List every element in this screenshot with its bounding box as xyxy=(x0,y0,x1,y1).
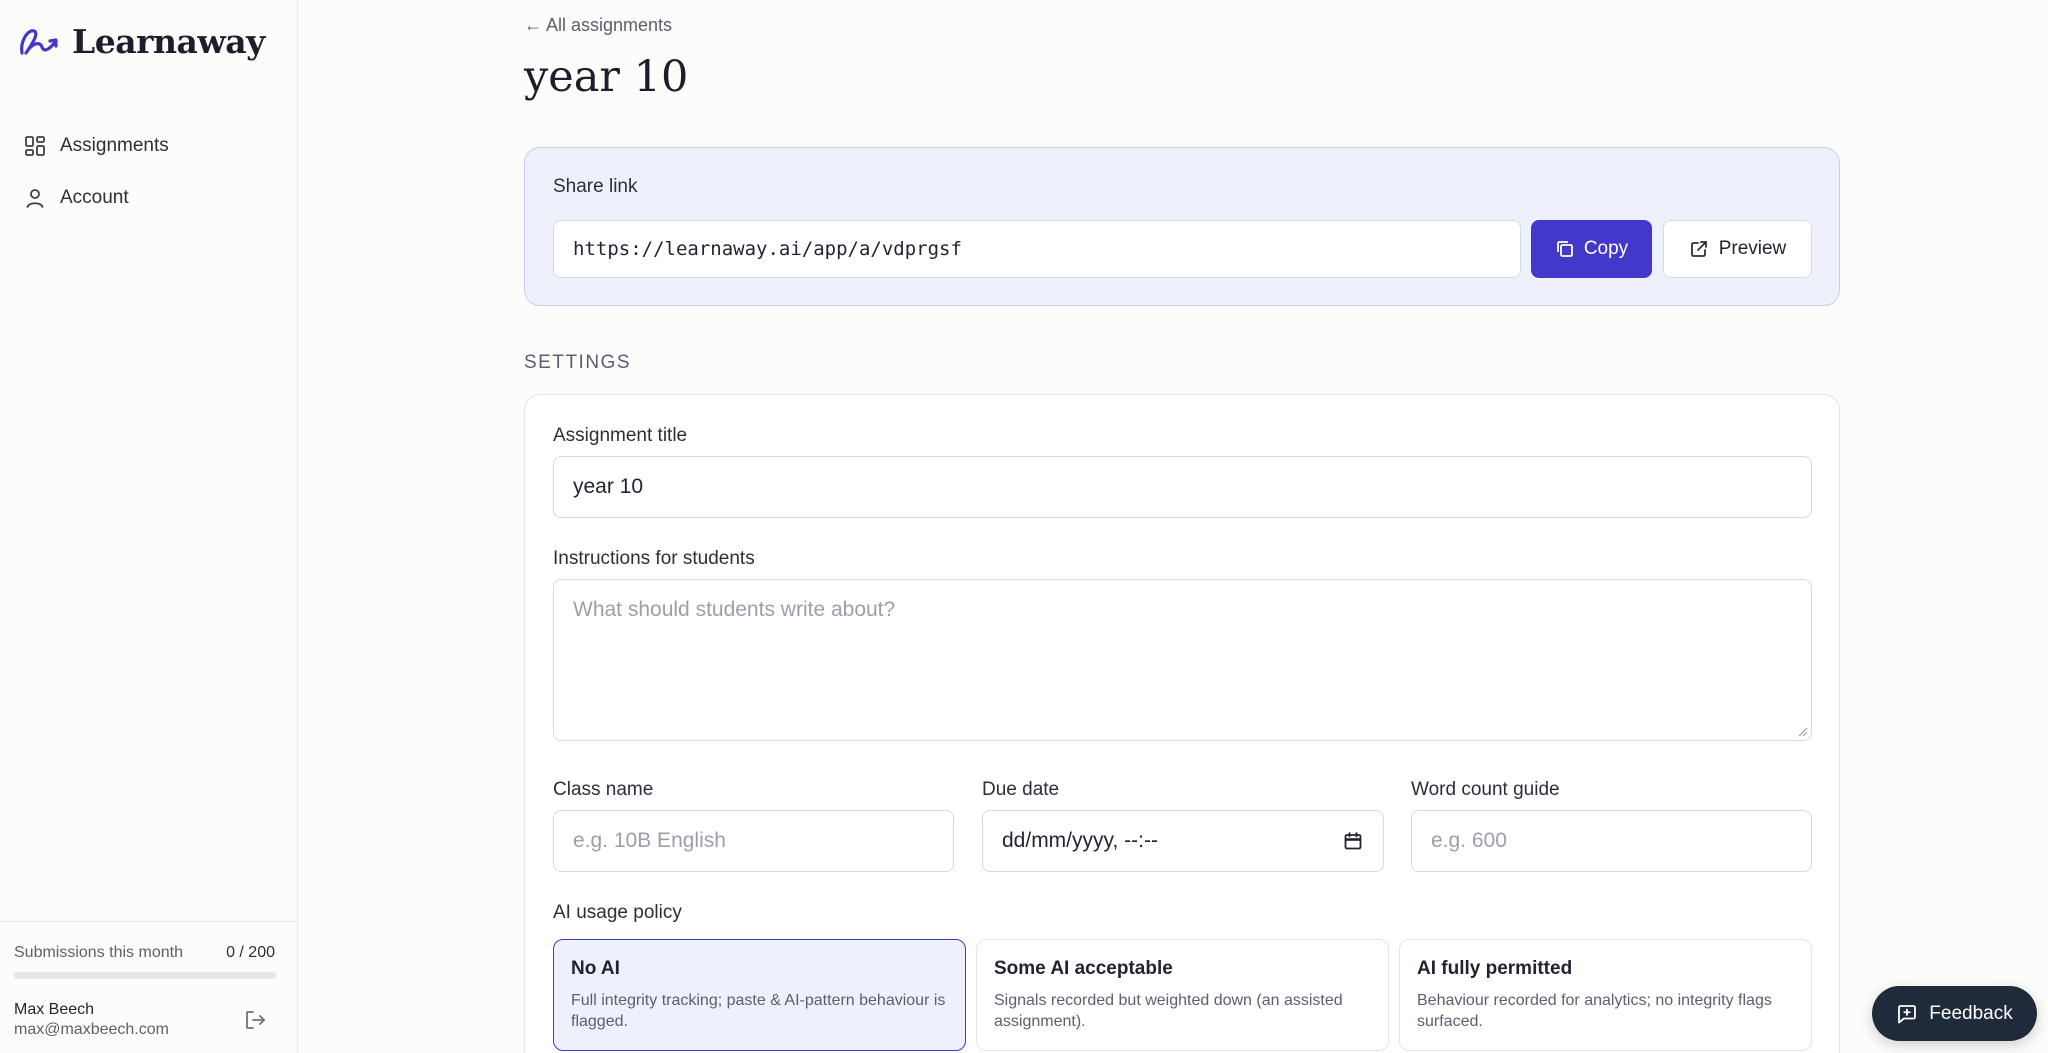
class-name-input[interactable]: e.g. 10B English xyxy=(553,810,954,872)
due-date-value: dd/mm/yyyy, --:-- xyxy=(1002,829,1158,852)
brand-name: Learnaway xyxy=(72,22,265,61)
sidebar: Learnaway Assignments Account Submission… xyxy=(0,0,298,1053)
sidebar-item-label: Assignments xyxy=(60,135,169,156)
ai-policy-description: Signals recorded but weighted down (an a… xyxy=(994,992,1343,1030)
sidebar-item-assignments[interactable]: Assignments xyxy=(14,123,284,169)
usage-progress-bar xyxy=(14,972,276,979)
ai-policy-description: Behaviour recorded for analytics; no int… xyxy=(1417,992,1772,1030)
resize-grip-icon[interactable] xyxy=(1796,725,1808,737)
brand-logo[interactable]: Learnaway xyxy=(18,22,265,61)
settings-heading: SETTINGS xyxy=(524,352,632,373)
user-name: Max Beech xyxy=(14,1001,95,1018)
user-row: Max Beech max@maxbeech.com xyxy=(14,1001,275,1039)
sidebar-item-account[interactable]: Account xyxy=(14,175,284,221)
usage-row: Submissions this month 0 / 200 xyxy=(14,944,275,962)
feedback-button[interactable]: Feedback xyxy=(1872,986,2037,1041)
user-icon xyxy=(24,187,46,209)
assignment-title-input[interactable]: year 10 xyxy=(553,456,1812,518)
user-email: max@maxbeech.com xyxy=(14,1021,169,1038)
instructions-label: Instructions for students xyxy=(553,548,755,569)
settings-card: Assignment title year 10 Instructions fo… xyxy=(524,394,1840,1053)
copy-icon xyxy=(1556,241,1573,257)
ai-policy-title: No AI xyxy=(571,958,620,979)
share-link-card: Share link https://learnaway.ai/app/a/vd… xyxy=(524,147,1840,306)
copy-button[interactable]: Copy xyxy=(1531,220,1652,278)
ai-policy-option-some-ai[interactable]: Some AI acceptable Signals recorded but … xyxy=(976,939,1389,1051)
instructions-placeholder: What should students write about? xyxy=(573,598,896,621)
grid-icon xyxy=(24,135,46,157)
word-count-placeholder: e.g. 600 xyxy=(1431,829,1507,852)
due-date-input[interactable]: dd/mm/yyyy, --:-- xyxy=(982,810,1384,872)
class-name-placeholder: e.g. 10B English xyxy=(573,829,726,852)
preview-button[interactable]: Preview xyxy=(1663,220,1812,278)
logout-icon[interactable] xyxy=(243,1008,267,1032)
usage-label: Submissions this month xyxy=(14,944,183,961)
feedback-button-label: Feedback xyxy=(1929,1002,2013,1024)
ai-policy-title: AI fully permitted xyxy=(1417,958,1573,979)
share-link-label: Share link xyxy=(553,176,638,197)
sidebar-nav: Assignments Account xyxy=(14,123,284,221)
feedback-icon xyxy=(1898,1004,1917,1023)
calendar-icon[interactable] xyxy=(1343,831,1363,851)
back-to-assignments-link[interactable]: ← All assignments xyxy=(524,15,672,36)
learnaway-logo-icon xyxy=(20,28,58,55)
external-link-icon xyxy=(1690,241,1707,257)
class-name-label: Class name xyxy=(553,779,654,800)
ai-policy-option-no-ai[interactable]: No AI Full integrity tracking; paste & A… xyxy=(553,939,966,1051)
page-title: year 10 xyxy=(524,52,689,102)
preview-button-label: Preview xyxy=(1718,238,1787,259)
ai-policy-title: Some AI acceptable xyxy=(994,958,1173,979)
share-link-input[interactable]: https://learnaway.ai/app/a/vdprgsf xyxy=(553,220,1521,278)
word-count-input[interactable]: e.g. 600 xyxy=(1411,810,1812,872)
assignment-title-label: Assignment title xyxy=(553,425,688,446)
sidebar-item-label: Account xyxy=(60,187,129,208)
ai-policy-option-full-ai[interactable]: AI fully permitted Behaviour recorded fo… xyxy=(1399,939,1812,1051)
instructions-textarea[interactable]: What should students write about? xyxy=(553,579,1812,741)
ai-policy-label: AI usage policy xyxy=(553,902,682,923)
ai-policy-description: Full integrity tracking; paste & AI-patt… xyxy=(571,992,946,1030)
copy-button-label: Copy xyxy=(1583,238,1629,259)
sidebar-footer: Submissions this month 0 / 200 Max Beech… xyxy=(0,921,297,1053)
word-count-label: Word count guide xyxy=(1411,779,1560,800)
due-date-label: Due date xyxy=(982,779,1060,800)
usage-count: 0 / 200 xyxy=(226,944,275,961)
